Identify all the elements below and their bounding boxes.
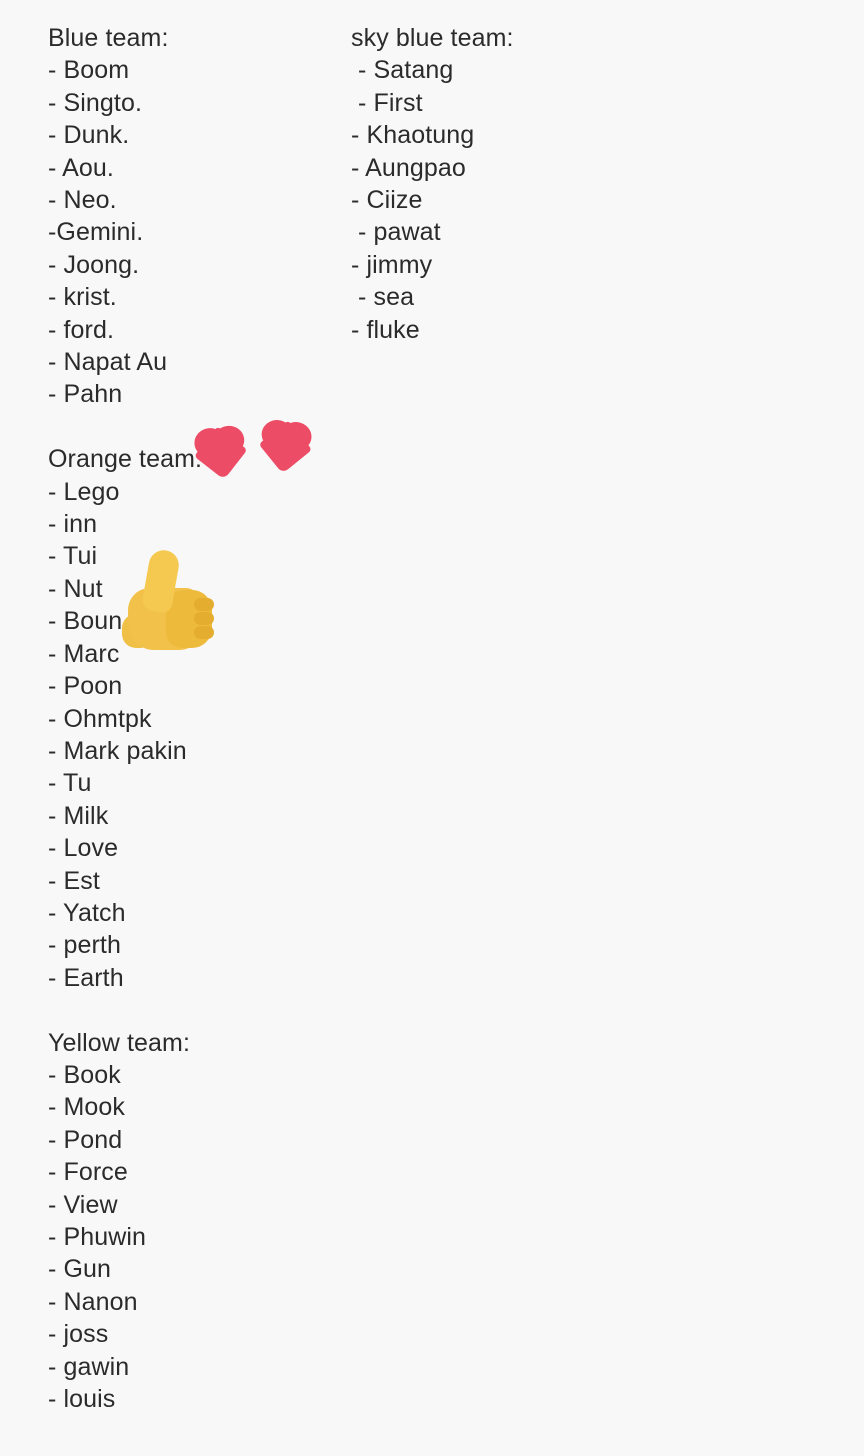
list-item: - First bbox=[351, 88, 423, 117]
list-item: - Yatch bbox=[48, 898, 126, 927]
list-item: - Khaotung bbox=[351, 121, 475, 150]
list-item: - jimmy bbox=[351, 250, 433, 279]
blue-team-heading: Blue team: bbox=[48, 24, 169, 52]
red-heart-emoji-group bbox=[190, 411, 327, 480]
orange-team-heading: Orange team: bbox=[48, 445, 203, 474]
yellow-team-heading: Yellow team: bbox=[48, 1028, 191, 1057]
list-item: - Ohmtpk bbox=[48, 704, 152, 733]
list-item: - View bbox=[48, 1190, 118, 1219]
list-item: - Aou. bbox=[48, 153, 114, 182]
list-item: - Joong. bbox=[48, 250, 140, 279]
section-blue-team: Blue team: - Boom - Singto. - Dunk. - Ao… bbox=[48, 22, 202, 411]
list-item: - Milk bbox=[48, 801, 109, 830]
list-item: - Force bbox=[48, 1158, 128, 1187]
list-item: - inn bbox=[48, 510, 98, 539]
list-item: - Love bbox=[48, 834, 119, 863]
list-item: - sea bbox=[351, 283, 415, 312]
list-item: - Boom bbox=[48, 56, 130, 85]
list-item: - Nanon bbox=[48, 1287, 138, 1316]
right-column: sky blue team: - Satang - First - Khaotu… bbox=[351, 22, 514, 346]
list-item: - Mark pakin bbox=[48, 736, 187, 765]
list-item: - Dunk. bbox=[48, 121, 130, 150]
list-item: - Pahn bbox=[48, 380, 123, 409]
list-item: - ford. bbox=[48, 315, 114, 344]
red-heart-icon bbox=[190, 417, 250, 480]
left-column: Blue team: - Boom - Singto. - Dunk. - Ao… bbox=[48, 22, 202, 1415]
list-item: - krist. bbox=[48, 283, 117, 312]
list-item: - louis bbox=[48, 1385, 116, 1414]
list-item: - perth bbox=[48, 931, 121, 960]
list-item: - joss bbox=[48, 1320, 109, 1349]
list-item: - Singto. bbox=[48, 88, 143, 117]
list-item: - fluke bbox=[351, 315, 420, 344]
list-item: - Gun bbox=[48, 1255, 112, 1284]
list-item: - Pond bbox=[48, 1125, 123, 1154]
red-heart-icon bbox=[256, 411, 315, 474]
list-item: -Gemini. bbox=[48, 218, 144, 247]
list-item: - Ciize bbox=[351, 186, 423, 215]
list-item: - Poon bbox=[48, 672, 123, 701]
list-item: - Aungpao bbox=[351, 153, 466, 182]
thumbs-up-icon bbox=[120, 547, 216, 660]
list-item: - Napat Au bbox=[48, 348, 168, 377]
list-item: - Satang bbox=[351, 56, 454, 85]
section-sky-blue-team: sky blue team: - Satang - First - Khaotu… bbox=[351, 22, 514, 346]
list-item: - Book bbox=[48, 1060, 121, 1089]
note-page: Blue team: - Boom - Singto. - Dunk. - Ao… bbox=[0, 0, 864, 1456]
section-orange-team: Orange team: - Lego - inn - Tui - Nut - … bbox=[48, 443, 202, 994]
list-item: - pawat bbox=[351, 218, 441, 247]
section-yellow-team: Yellow team: - Book - Mook - Pond - Forc… bbox=[48, 1027, 202, 1416]
list-item: - Est bbox=[48, 866, 100, 895]
list-item: - gawin bbox=[48, 1352, 130, 1381]
list-item: - Phuwin bbox=[48, 1223, 147, 1251]
list-item: - Neo. bbox=[48, 186, 117, 215]
list-item: - Tu bbox=[48, 769, 92, 798]
list-item: - Mook bbox=[48, 1093, 126, 1122]
list-item: - Lego bbox=[48, 477, 120, 506]
sky-blue-team-heading: sky blue team: bbox=[351, 24, 514, 52]
list-item: - Earth bbox=[48, 963, 124, 992]
